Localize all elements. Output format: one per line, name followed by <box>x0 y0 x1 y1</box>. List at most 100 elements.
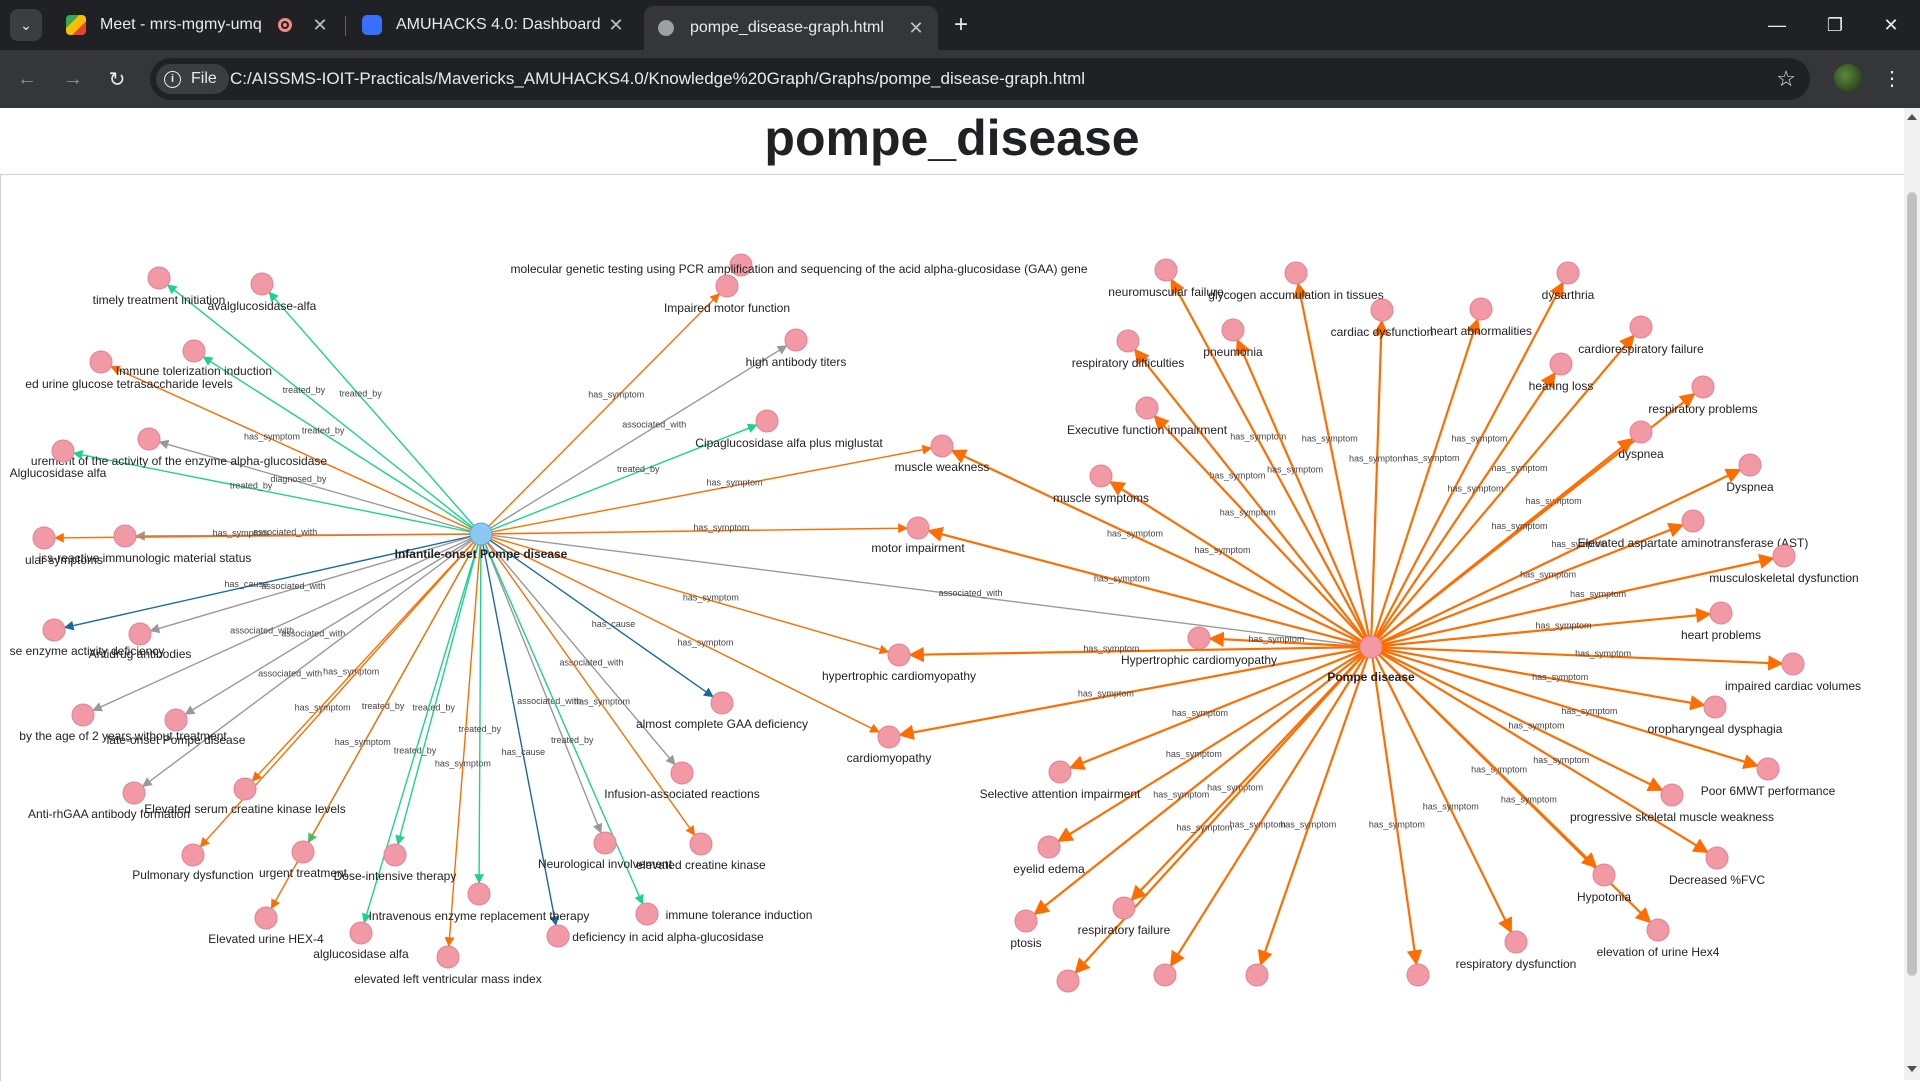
scroll-down-arrow[interactable] <box>1907 1066 1917 1072</box>
reload-button[interactable]: ↻ <box>100 62 134 96</box>
graph-node[interactable] <box>755 409 779 433</box>
graph-node[interactable] <box>1406 963 1430 987</box>
graph-node[interactable] <box>1738 453 1762 477</box>
graph-node[interactable] <box>467 882 491 906</box>
graph-edge-has-symptom[interactable] <box>1169 646 1372 967</box>
close-tab-icon[interactable]: ✕ <box>308 15 332 36</box>
graph-node[interactable] <box>254 906 278 930</box>
graph-node[interactable] <box>1646 918 1670 942</box>
graph-node[interactable] <box>593 831 617 855</box>
graph-edge-has-symptom[interactable] <box>1257 646 1373 967</box>
back-button[interactable]: ← <box>10 62 44 96</box>
graph-node[interactable] <box>670 761 694 785</box>
graph-node[interactable] <box>181 843 205 867</box>
graph-node[interactable] <box>436 945 460 969</box>
graph-edge-has-symptom[interactable] <box>1235 338 1373 648</box>
graph-node[interactable] <box>1245 963 1269 987</box>
graph-node[interactable] <box>1703 695 1727 719</box>
minimize-button[interactable]: — <box>1748 0 1806 50</box>
tab-search-button[interactable]: ⌄ <box>10 9 42 41</box>
page-scrollbar[interactable] <box>1904 108 1920 1080</box>
scrollbar-thumb[interactable] <box>1907 192 1917 976</box>
graph-node[interactable] <box>546 924 570 948</box>
address-bar[interactable]: i File C:/AISSMS-IOIT-Practicals/Maveric… <box>150 58 1810 100</box>
graph-svg[interactable]: treated_by treated_by has_symptomassociate… <box>1 175 1881 1081</box>
close-tab-icon[interactable]: ✕ <box>604 15 628 36</box>
graph-node[interactable] <box>250 272 274 296</box>
forward-button[interactable]: → <box>56 62 90 96</box>
graph-node[interactable] <box>71 703 95 727</box>
graph-node[interactable] <box>887 643 911 667</box>
graph-edge-has-symptom[interactable] <box>1370 607 1712 649</box>
graph-node[interactable] <box>635 902 659 926</box>
url-text[interactable]: C:/AISSMS-IOIT-Practicals/Mavericks_AMUH… <box>230 58 1085 100</box>
graph-node[interactable] <box>113 524 137 548</box>
graph-edge-treated-by[interactable] <box>474 533 485 884</box>
graph-node[interactable] <box>877 725 901 749</box>
graph-node[interactable] <box>1135 396 1159 420</box>
graph-node[interactable] <box>1629 315 1653 339</box>
graph-node[interactable] <box>1370 298 1394 322</box>
graph-node[interactable] <box>689 832 713 856</box>
graph-node[interactable] <box>182 339 206 363</box>
graph-edge-has-symptom[interactable] <box>950 449 1372 648</box>
graph-node[interactable] <box>710 691 734 715</box>
close-tab-icon[interactable]: ✕ <box>904 18 928 39</box>
graph-edge-has-symptom[interactable] <box>1370 371 1556 648</box>
graph-node[interactable] <box>1154 258 1178 282</box>
scroll-up-arrow[interactable] <box>1907 114 1917 120</box>
graph-node[interactable] <box>128 622 152 646</box>
graph-node[interactable] <box>291 840 315 864</box>
graph-node[interactable] <box>1037 835 1061 859</box>
graph-edge-treated-by[interactable] <box>202 356 482 535</box>
restore-button[interactable]: ❐ <box>1806 0 1864 50</box>
graph-node[interactable] <box>1153 963 1177 987</box>
graph-node[interactable] <box>349 921 373 945</box>
graph-node[interactable] <box>1221 318 1245 342</box>
graph-node[interactable] <box>42 618 66 642</box>
graph-node[interactable] <box>1691 375 1715 399</box>
graph-node[interactable] <box>1187 626 1211 650</box>
graph-node[interactable] <box>1112 896 1136 920</box>
graph-node[interactable] <box>164 708 188 732</box>
graph-node[interactable] <box>32 526 56 550</box>
graph-node[interactable] <box>1284 261 1308 285</box>
close-window-button[interactable]: ✕ <box>1862 0 1920 50</box>
graph-node[interactable] <box>930 434 954 458</box>
new-tab-button[interactable]: + <box>946 10 976 40</box>
graph-node[interactable] <box>1469 297 1493 321</box>
knowledge-graph-canvas[interactable]: treated_by treated_by has_symptom associate… <box>0 174 1905 1081</box>
graph-edge-associated-with[interactable] <box>480 533 603 834</box>
graph-node[interactable] <box>147 266 171 290</box>
graph-node[interactable] <box>1116 329 1140 353</box>
graph-node[interactable] <box>122 781 146 805</box>
graph-node[interactable] <box>1709 601 1733 625</box>
graph-edge-treated-by[interactable] <box>480 533 644 905</box>
tab-meet[interactable]: Meet - mrs-mgmy-umq ✕ <box>52 6 342 44</box>
graph-edge-has-symptom[interactable] <box>480 293 720 535</box>
graph-node[interactable] <box>1629 420 1653 444</box>
graph-edge-has-symptom[interactable] <box>1133 348 1372 648</box>
graph-node[interactable] <box>1089 464 1113 488</box>
graph-node[interactable] <box>1549 352 1573 376</box>
graph-hub-node[interactable] <box>469 522 493 546</box>
browser-menu-button[interactable]: ⋮ <box>1880 64 1904 94</box>
graph-edge-has-symptom[interactable] <box>480 444 933 535</box>
graph-node[interactable] <box>906 516 930 540</box>
graph-edge-has-symptom[interactable] <box>1033 646 1372 916</box>
graph-node[interactable] <box>1660 783 1684 807</box>
graph-node[interactable] <box>383 843 407 867</box>
graph-node[interactable] <box>1504 930 1528 954</box>
graph-node[interactable] <box>1781 652 1805 676</box>
tab-amuhacks[interactable]: AMUHACKS 4.0: Dashboard | De ✕ <box>348 6 638 44</box>
graph-node[interactable] <box>1705 846 1729 870</box>
graph-node[interactable] <box>137 427 161 451</box>
graph-node[interactable] <box>1056 969 1080 993</box>
graph-node[interactable] <box>715 274 739 298</box>
site-info-chip[interactable]: i File <box>156 64 229 94</box>
graph-edge-has-symptom[interactable] <box>1369 319 1389 648</box>
graph-node[interactable] <box>51 439 75 463</box>
graph-node[interactable] <box>89 350 113 374</box>
bookmark-star-icon[interactable]: ☆ <box>1776 67 1796 91</box>
graph-node[interactable] <box>1592 863 1616 887</box>
